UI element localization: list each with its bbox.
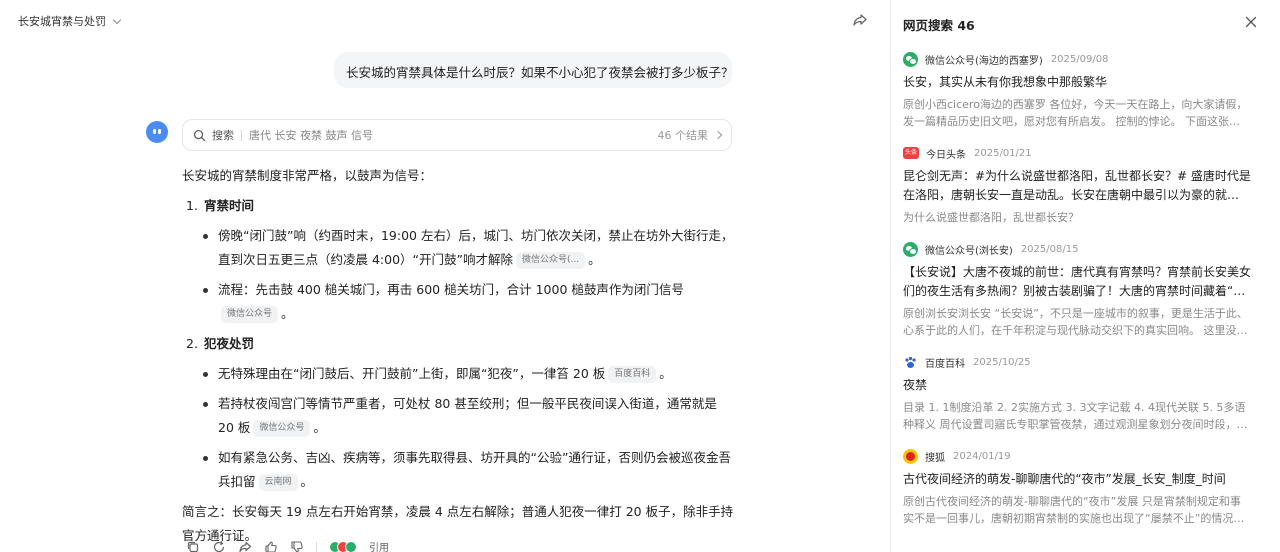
result-snippet: 原创古代夜间经济的萌发-聊聊唐代的“夜市”发展 只是宵禁制规定和事实不是一回事儿… xyxy=(903,495,1245,525)
result-snippet: 原创浏长安浏长安 “长安说”，不只是一座城市的叙事，更是生活于此、心系于此的人们… xyxy=(903,307,1248,337)
panel-title: 网页搜索 46 xyxy=(903,18,975,33)
result-date: 2025/08/15 xyxy=(1020,243,1079,255)
bullet-tail: 。 xyxy=(300,474,314,489)
top-bar: 长安城宵禁与处罚 xyxy=(0,0,890,42)
citation-chip[interactable]: 百度百科 xyxy=(608,366,657,383)
result-source: 搜狐 xyxy=(925,452,945,464)
result-title[interactable]: 长安，其实从未有你我想象中那般繁华 xyxy=(903,73,1251,92)
baike-paw-icon xyxy=(903,354,918,370)
search-result-count: 46 个结果 xyxy=(657,127,723,143)
list-item: 流程：先击鼓 400 槌关城门，再击 600 槌关坊门，合计 1000 槌鼓声作… xyxy=(202,278,734,326)
result-date: 2025/09/08 xyxy=(1050,53,1109,65)
result-meta: 搜狐 2024/01/19 xyxy=(903,447,1251,465)
result-snippet: 为什么说盛世都洛阳，乱世都长安？ xyxy=(903,211,1079,224)
search-result-item[interactable]: 微信公众号(浏长安) 2025/08/15 【长安说】大唐不夜城的前世：唐代真有… xyxy=(903,240,1251,339)
result-date: 2025/10/25 xyxy=(973,356,1031,368)
section-heading: 2. 犯夜处罚 xyxy=(186,332,734,356)
result-snippet: 目录 1. 1制度沿革 2. 2实施方式 3. 3文字记载 4. 4现代关联 5… xyxy=(903,401,1248,431)
thumbs-down-icon[interactable] xyxy=(290,540,304,552)
list-item: 傍晚“闭门鼓”响（约酉时末，19:00 左右）后，城门、坊门依次关闭，禁止在坊外… xyxy=(202,224,734,272)
result-snippet: 原创小西cicero海边的西塞罗 各位好，今天一天在路上，向大家请假，发一篇精品… xyxy=(903,98,1248,128)
citation-sources[interactable] xyxy=(329,540,357,552)
citation-chip[interactable]: 微信公众号(... xyxy=(516,252,586,269)
result-date: 2025/01/21 xyxy=(974,147,1032,159)
bullet-list: 无特殊理由在“闭门鼓后、开门鼓前”上街，即属“犯夜”，一律笞 20 板百度百科。… xyxy=(182,362,734,494)
search-icon xyxy=(193,129,206,141)
section-heading: 1. 宵禁时间 xyxy=(186,194,734,218)
assistant-avatar xyxy=(146,121,168,143)
search-label: 搜索 xyxy=(212,129,234,142)
bullet-tail: 。 xyxy=(281,306,294,321)
result-meta: 微信公众号(海边的西塞罗) 2025/09/08 xyxy=(903,50,1251,68)
wechat-icon xyxy=(345,540,357,552)
divider xyxy=(241,129,242,141)
message-actions: 引用 xyxy=(186,539,389,552)
web-search-panel: 网页搜索 46 微信公众号(海边的西塞罗) 2025/09/08 长安，其实从未… xyxy=(890,0,1280,552)
citation-chip[interactable]: 云南网 xyxy=(258,474,298,491)
bullet-list: 傍晚“闭门鼓”响（约酉时末，19:00 左右）后，城门、坊门依次关闭，禁止在坊外… xyxy=(182,224,734,326)
result-title[interactable]: 昆仑剑无声：#为什么说盛世都洛阳，乱世都长安？# 盛唐时代是在洛阳，唐朝长安一直… xyxy=(903,167,1251,205)
section-number: 1. xyxy=(186,198,198,213)
search-results-card[interactable]: 搜索 唐代 长安 夜禁 鼓声 信号 46 个结果 xyxy=(182,119,732,151)
search-result-item[interactable]: 微信公众号(海边的西塞罗) 2025/09/08 长安，其实从未有你我想象中那般… xyxy=(903,50,1251,130)
section-number: 2. xyxy=(186,336,198,351)
section-title: 宵禁时间 xyxy=(203,198,254,213)
search-query: 唐代 长安 夜禁 鼓声 信号 xyxy=(249,129,373,142)
wechat-icon xyxy=(903,241,918,257)
close-icon[interactable] xyxy=(1245,16,1257,28)
list-item: 无特殊理由在“闭门鼓后、开门鼓前”上街，即属“犯夜”，一律笞 20 板百度百科。 xyxy=(202,362,734,386)
user-message-bubble: 长安城的宵禁具体是什么时辰？如果不小心犯了夜禁会被打多少板子？ xyxy=(334,52,732,88)
result-title[interactable]: 【长安说】大唐不夜城的前世：唐代真有宵禁吗？宵禁前长安美女们的夜生活有多热闹？别… xyxy=(903,263,1251,301)
bullet-tail: 。 xyxy=(313,420,326,435)
result-meta: 头条 今日头条 2025/01/21 xyxy=(903,144,1251,162)
sohu-icon xyxy=(903,448,918,464)
result-title[interactable]: 夜禁 xyxy=(903,376,1251,395)
result-source: 今日头条 xyxy=(926,149,966,161)
answer-intro: 长安城的宵禁制度非常严格，以鼓声为信号： xyxy=(182,168,433,183)
copy-icon[interactable] xyxy=(186,540,200,552)
paw-icon xyxy=(905,356,916,368)
bullet-text: 傍晚“闭门鼓”响（约酉时末，19:00 左右）后，城门、坊门依次关闭，禁止在坊外… xyxy=(218,228,734,267)
chevron-right-icon xyxy=(713,130,723,140)
result-meta: 微信公众号(浏长安) 2025/08/15 xyxy=(903,240,1251,258)
result-date: 2024/01/19 xyxy=(953,450,1011,462)
thumbs-up-icon[interactable] xyxy=(264,540,278,552)
search-result-item[interactable]: 头条 今日头条 2025/01/21 昆仑剑无声：#为什么说盛世都洛阳，乱世都长… xyxy=(903,144,1251,226)
wechat-icon xyxy=(903,51,918,67)
result-meta: 百度百科 2025/10/25 xyxy=(903,353,1251,371)
assistant-answer: 长安城的宵禁制度非常严格，以鼓声为信号： 1. 宵禁时间 傍晚“闭门鼓”响（约酉… xyxy=(182,164,734,548)
search-result-item[interactable]: 搜狐 2024/01/19 古代夜间经济的萌发-聊聊唐代的“夜市”发展_长安_制… xyxy=(903,447,1251,527)
result-count-text: 46 个结果 xyxy=(657,129,709,142)
bullet-text: 流程：先击鼓 400 槌关城门，再击 600 槌关坊门，合计 1000 槌鼓声作… xyxy=(218,282,684,297)
result-source: 微信公众号(海边的西塞罗) xyxy=(925,55,1043,67)
result-title[interactable]: 古代夜间经济的萌发-聊聊唐代的“夜市”发展_长安_制度_时间 xyxy=(903,470,1251,489)
result-source: 微信公众号(浏长安) xyxy=(925,245,1013,257)
bullet-tail: 。 xyxy=(659,366,672,381)
chat-area: 长安城宵禁与处罚 长安城的宵禁具体是什么时辰？如果不小心犯了夜禁会被打多少板子？… xyxy=(0,0,890,552)
chevron-down-icon xyxy=(112,15,122,24)
search-result-list: 微信公众号(海边的西塞罗) 2025/09/08 长安，其实从未有你我想象中那般… xyxy=(903,50,1251,541)
bullet-tail: 。 xyxy=(588,252,601,267)
result-source: 百度百科 xyxy=(925,358,965,370)
regenerate-icon[interactable] xyxy=(212,540,226,552)
toutiao-icon: 头条 xyxy=(903,147,919,159)
conversation-title: 长安城宵禁与处罚 xyxy=(18,15,106,28)
divider xyxy=(316,541,317,552)
list-item: 若持杖夜闯宫门等情节严重者，可处杖 80 甚至绞刑；但一般平民夜间误入街道，通常… xyxy=(202,392,734,440)
bullet-text: 无特殊理由在“闭门鼓后、开门鼓前”上街，即属“犯夜”，一律笞 20 板 xyxy=(218,366,606,381)
section-title: 犯夜处罚 xyxy=(203,336,254,351)
citation-chip[interactable]: 微信公众号 xyxy=(253,420,311,437)
conversation-title-dropdown[interactable]: 长安城宵禁与处罚 xyxy=(18,13,122,29)
cite-label[interactable]: 引用 xyxy=(369,539,389,552)
list-item: 如有紧急公务、吉凶、疾病等，须事先取得县、坊开具的“公验”通行证，否则仍会被巡夜… xyxy=(202,446,734,494)
search-result-item[interactable]: 百度百科 2025/10/25 夜禁 目录 1. 1制度沿革 2. 2实施方式 … xyxy=(903,353,1251,433)
share-icon[interactable] xyxy=(238,540,252,552)
citation-chip[interactable]: 微信公众号 xyxy=(221,306,279,323)
share-icon[interactable] xyxy=(852,12,868,28)
